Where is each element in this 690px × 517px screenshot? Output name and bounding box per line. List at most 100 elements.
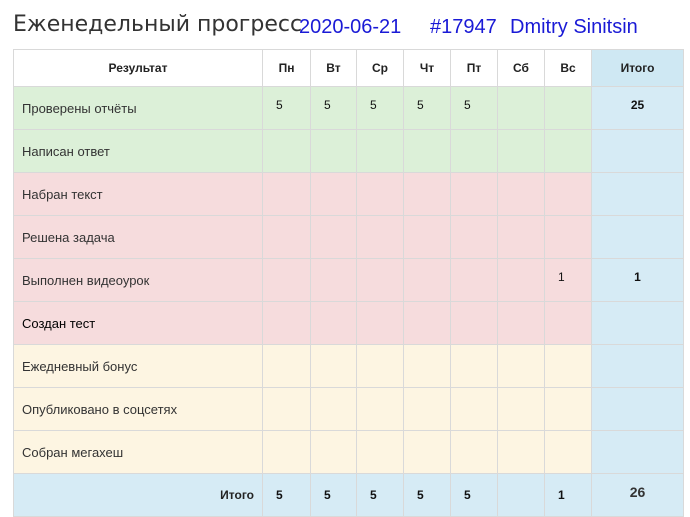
user-name: Dmitry Sinitsin (510, 16, 638, 38)
day-value-cell (544, 215, 592, 259)
day-value-cell (497, 258, 545, 302)
row-label: Ежедневный бонус (13, 344, 263, 388)
table-row: Набран текст (13, 172, 684, 216)
report-date: 2020-06-21 (299, 16, 402, 38)
day-total-cell (497, 473, 545, 517)
order-number: #17947 (430, 16, 497, 38)
column-header-tue: Вт (310, 49, 357, 87)
day-value-cell (450, 172, 498, 216)
day-value-cell (262, 301, 311, 345)
day-value-cell (544, 172, 592, 216)
row-total-cell (591, 387, 684, 431)
day-value-cell (450, 430, 498, 474)
row-total-cell: 1 (591, 258, 684, 302)
day-value-cell: 5 (262, 86, 311, 130)
day-value-cell (262, 430, 311, 474)
day-total-cell: 5 (403, 473, 451, 517)
row-label: Набран текст (13, 172, 263, 216)
day-value-cell (497, 129, 545, 173)
column-header-sun: Вс (544, 49, 592, 87)
day-value-cell (497, 387, 545, 431)
day-value-cell (544, 430, 592, 474)
day-value-cell (450, 129, 498, 173)
day-value-cell: 5 (403, 86, 451, 130)
column-header-total: Итого (591, 49, 684, 87)
weekly-progress-table: Результат Пн Вт Ср Чт Пт Сб Вс Итого Про… (13, 49, 684, 517)
row-label: Написан ответ (13, 129, 263, 173)
column-header-thu: Чт (403, 49, 451, 87)
day-value-cell (497, 86, 545, 130)
row-total-cell (591, 430, 684, 474)
table-row: Собран мегахеш (13, 430, 684, 474)
day-value-cell (497, 344, 545, 388)
day-value-cell: 5 (356, 86, 404, 130)
table-row: Выполнен видеоурок 1 1 (13, 258, 684, 302)
day-value-cell (544, 86, 592, 130)
day-value-cell (544, 301, 592, 345)
row-total-cell (591, 301, 684, 345)
day-value-cell (544, 129, 592, 173)
row-total-cell (591, 129, 684, 173)
day-value-cell (356, 129, 404, 173)
day-total-cell: 5 (310, 473, 357, 517)
day-value-cell (310, 258, 357, 302)
day-value-cell: 1 (544, 258, 592, 302)
page-header: Еженедельный прогресс 2020-06-21 #17947 … (0, 0, 690, 48)
day-value-cell (356, 301, 404, 345)
row-label: Решена задача (13, 215, 263, 259)
day-value-cell (403, 387, 451, 431)
day-value-cell (310, 430, 357, 474)
day-total-cell: 5 (450, 473, 498, 517)
day-value-cell (262, 258, 311, 302)
day-value-cell (310, 129, 357, 173)
day-total-cell: 5 (262, 473, 311, 517)
day-value-cell (356, 344, 404, 388)
row-label: Выполнен видеоурок (13, 258, 263, 302)
day-value-cell (356, 215, 404, 259)
table-row: Ежедневный бонус (13, 344, 684, 388)
table-row: Решена задача (13, 215, 684, 259)
row-total-cell: 25 (591, 86, 684, 130)
day-value-cell (450, 344, 498, 388)
column-header-result: Результат (13, 49, 263, 87)
column-header-mon: Пн (262, 49, 311, 87)
table-row: Создан тест (13, 301, 684, 345)
day-value-cell (356, 387, 404, 431)
table-header-row: Результат Пн Вт Ср Чт Пт Сб Вс Итого (13, 49, 684, 87)
day-value-cell (356, 430, 404, 474)
day-value-cell (356, 172, 404, 216)
day-value-cell (403, 258, 451, 302)
day-value-cell (450, 258, 498, 302)
day-value-cell (497, 172, 545, 216)
day-value-cell (403, 301, 451, 345)
day-value-cell (310, 344, 357, 388)
day-value-cell (403, 129, 451, 173)
day-value-cell (262, 344, 311, 388)
day-total-cell: 5 (356, 473, 404, 517)
day-value-cell (450, 387, 498, 431)
day-value-cell (403, 172, 451, 216)
day-value-cell (497, 430, 545, 474)
row-total-cell (591, 172, 684, 216)
day-value-cell (544, 344, 592, 388)
totals-row: Итого 5 5 5 5 5 1 26 (13, 473, 684, 517)
table-row: Опубликовано в соцсетях (13, 387, 684, 431)
day-value-cell (450, 301, 498, 345)
row-total-cell (591, 215, 684, 259)
column-header-sat: Сб (497, 49, 545, 87)
day-value-cell: 5 (310, 86, 357, 130)
day-value-cell (403, 430, 451, 474)
grand-total-cell: 26 (591, 473, 684, 517)
day-value-cell (497, 301, 545, 345)
page-title: Еженедельный прогресс (13, 12, 303, 37)
day-value-cell (450, 215, 498, 259)
day-value-cell (310, 387, 357, 431)
day-value-cell (497, 215, 545, 259)
row-label: Создан тест (13, 301, 263, 345)
row-total-cell (591, 344, 684, 388)
day-total-cell: 1 (544, 473, 592, 517)
table-row: Проверены отчёты 5 5 5 5 5 25 (13, 86, 684, 130)
totals-label: Итого (13, 473, 263, 517)
day-value-cell (544, 387, 592, 431)
column-header-fri: Пт (450, 49, 498, 87)
